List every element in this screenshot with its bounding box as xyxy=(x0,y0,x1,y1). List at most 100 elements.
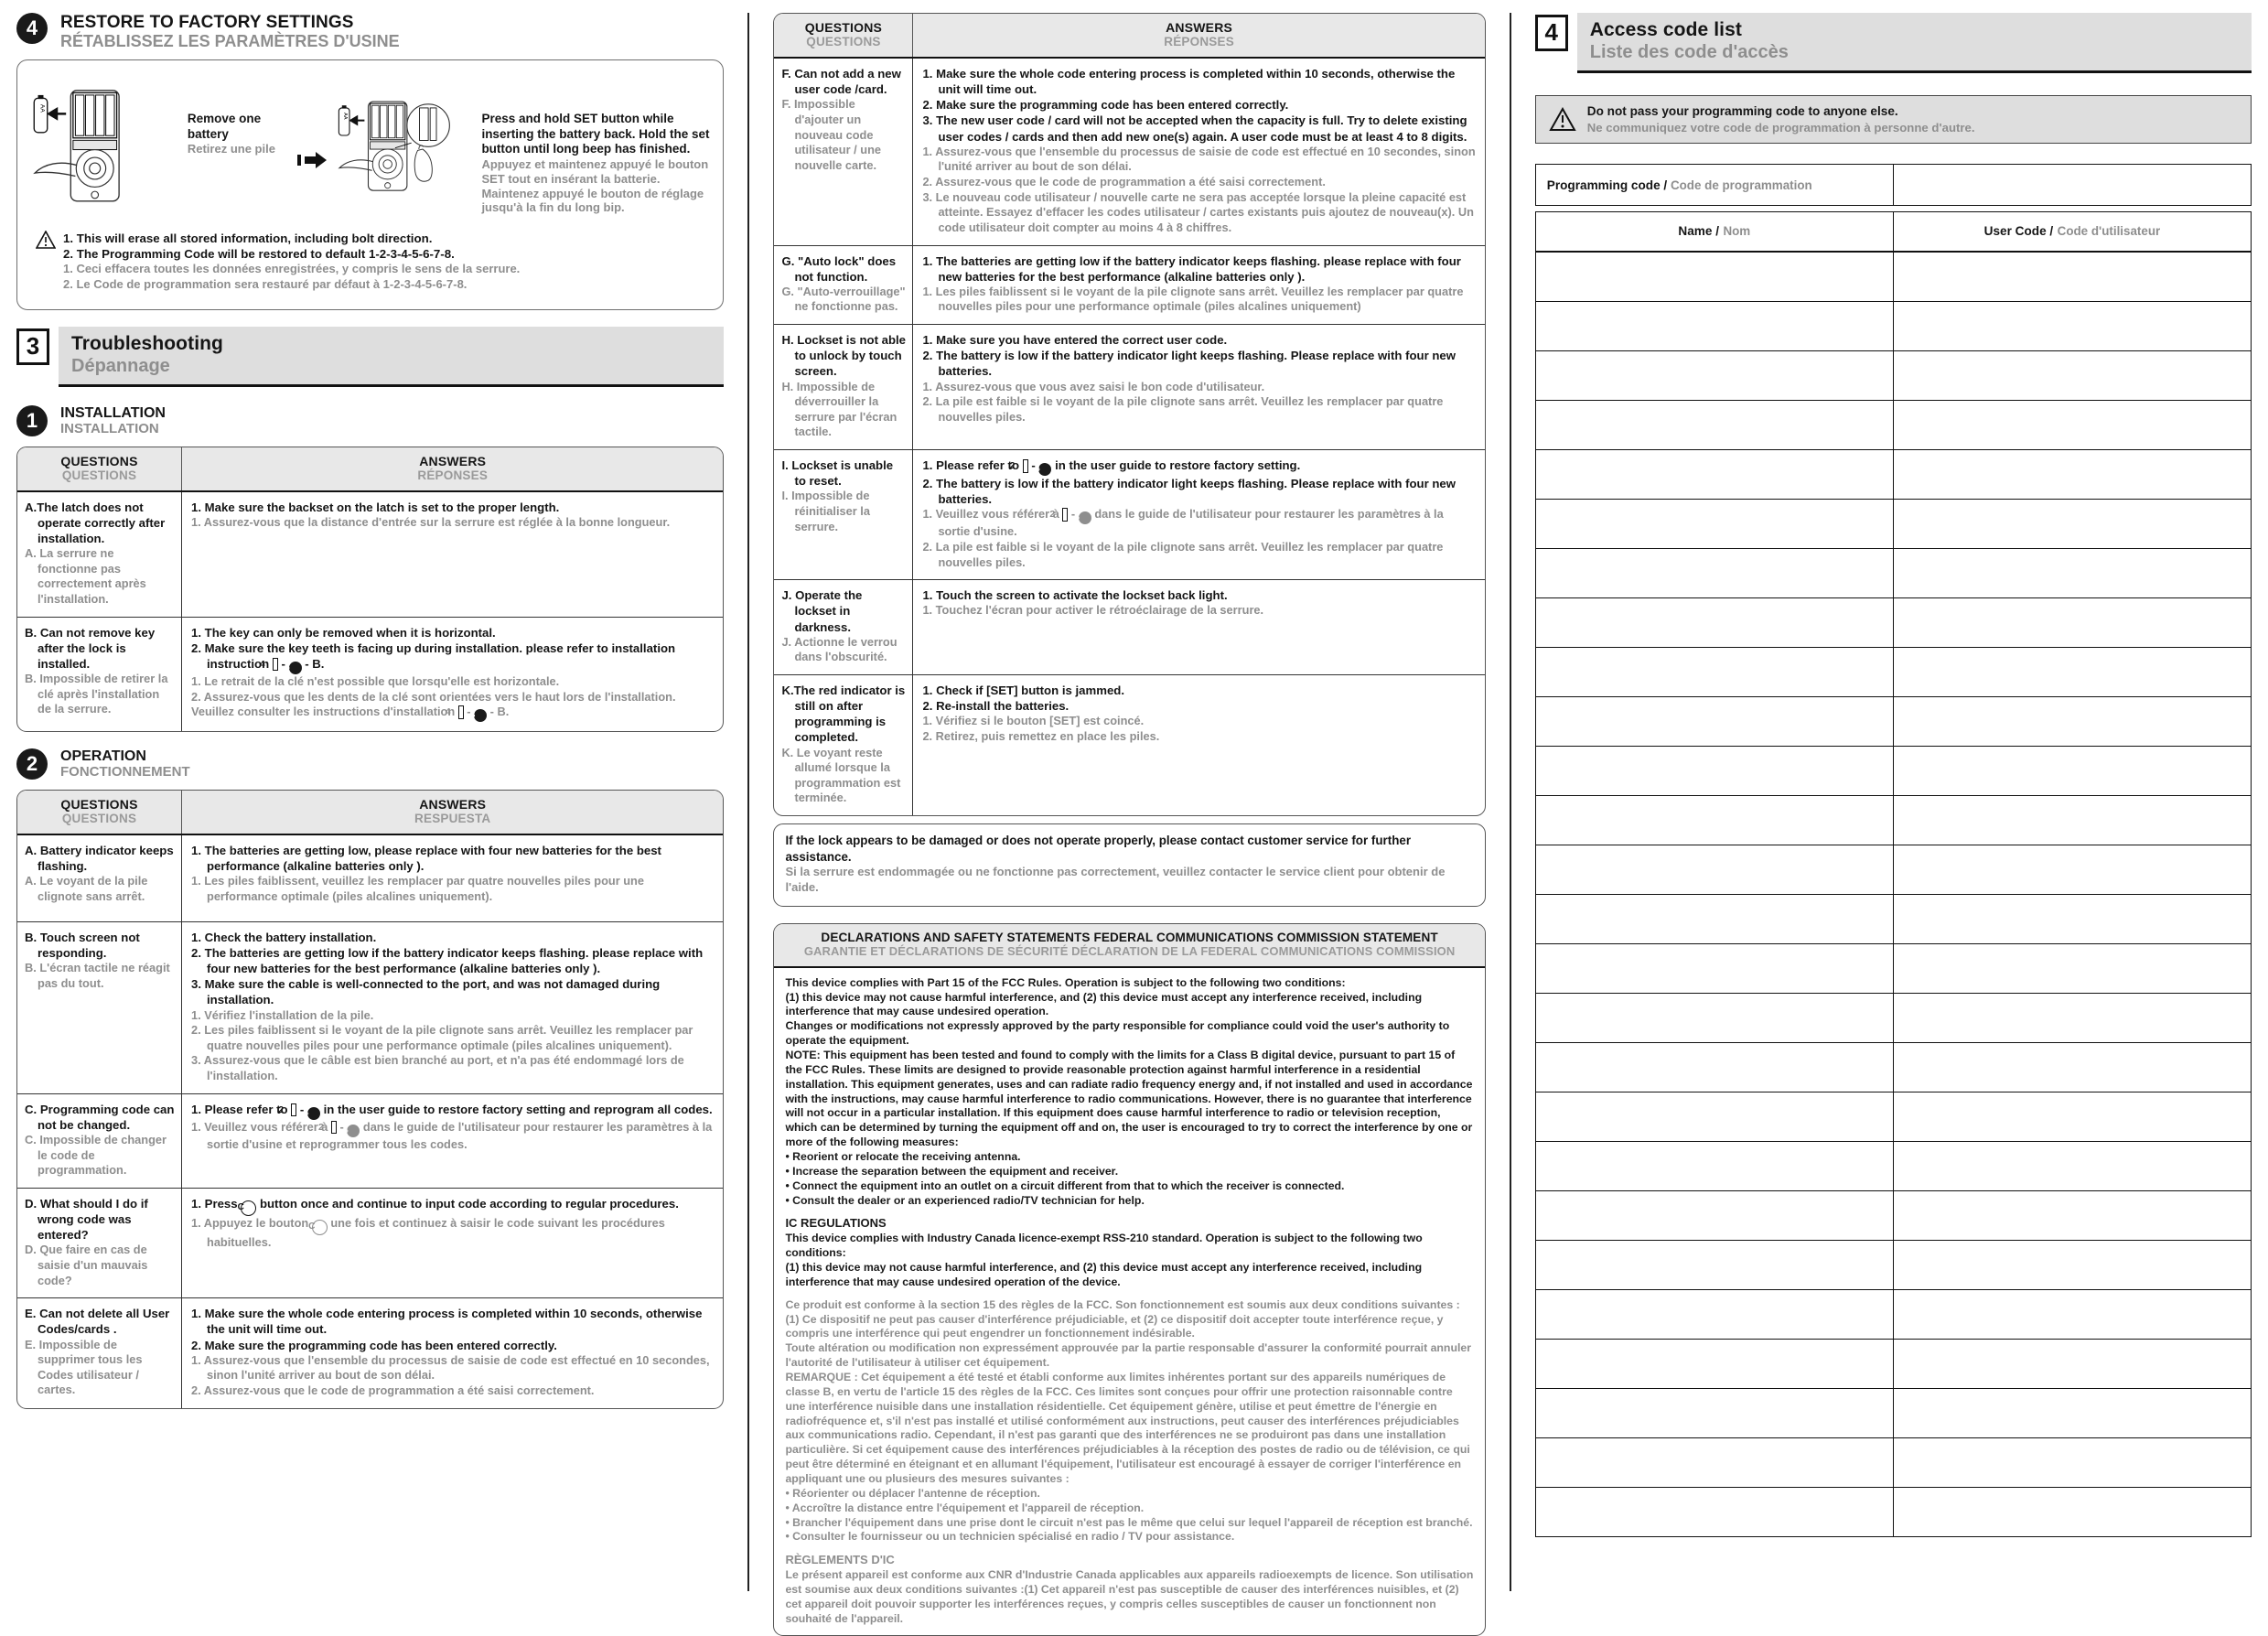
answer-fr-1: 1. Vérifiez l'installation de la pile. xyxy=(191,1007,374,1022)
user-code-cell[interactable] xyxy=(1892,499,2252,550)
fcc-fr-bullet-3: • Brancher l'équipement dans une prise d… xyxy=(785,1515,1473,1529)
question-en: J. Operate the lockset in darkness. xyxy=(781,588,863,634)
user-code-cell[interactable] xyxy=(1892,449,2252,500)
name-cell[interactable] xyxy=(1534,1141,1894,1192)
questions-column-header: QUESTIONS QUESTIONS xyxy=(17,447,182,490)
ic-fr-title: RÈGLEMENTS D'IC xyxy=(785,1553,895,1567)
questions-header-fr: QUESTIONS xyxy=(806,35,881,48)
table-row: I. Lockset is unable to reset. I. Imposs… xyxy=(774,450,1485,581)
user-code-cell[interactable] xyxy=(1892,1339,2252,1390)
access-code-row xyxy=(1534,548,2252,599)
answer-fr-2: 2. La pile est faible si le voyant de la… xyxy=(922,394,1444,424)
name-cell[interactable] xyxy=(1534,597,1894,649)
name-cell[interactable] xyxy=(1534,251,1894,303)
name-cell[interactable] xyxy=(1534,943,1894,995)
name-cell[interactable] xyxy=(1534,1092,1894,1143)
answer-en-2: 2. The battery is low if the battery ind… xyxy=(922,349,1456,379)
name-cell[interactable] xyxy=(1534,795,1894,846)
user-code-cell[interactable] xyxy=(1892,400,2252,451)
access-code-row xyxy=(1534,1437,2252,1489)
name-cell[interactable] xyxy=(1534,1388,1894,1439)
user-code-cell[interactable] xyxy=(1892,1437,2252,1489)
name-cell[interactable] xyxy=(1534,993,1894,1044)
name-cell[interactable] xyxy=(1534,1339,1894,1390)
name-cell[interactable] xyxy=(1534,1289,1894,1340)
question-en: I. Lockset is unable to reset. xyxy=(781,458,894,489)
operation-qa-table: QUESTIONS QUESTIONS ANSWERS RESPUESTA A.… xyxy=(16,789,725,1409)
answers-column-header: ANSWERS RÉPONSES xyxy=(913,14,1484,57)
user-code-cell[interactable] xyxy=(1892,943,2252,995)
user-code-cell[interactable] xyxy=(1892,1388,2252,1439)
figure-2-caption-en: Press and hold SET button while insertin… xyxy=(481,112,710,156)
name-cell[interactable] xyxy=(1534,1240,1894,1291)
user-code-cell[interactable] xyxy=(1892,1042,2252,1093)
user-code-cell[interactable] xyxy=(1892,597,2252,649)
name-cell[interactable] xyxy=(1534,499,1894,550)
ic-paragraph-1: This device complies with Industry Canad… xyxy=(785,1232,1423,1260)
access-code-row xyxy=(1534,1240,2252,1291)
table-row: A.The latch does not operate correctly a… xyxy=(17,491,724,618)
question-cell: D. What should I do if wrong code was en… xyxy=(17,1188,182,1298)
user-code-cell[interactable] xyxy=(1892,350,2252,402)
user-code-cell[interactable] xyxy=(1892,1092,2252,1143)
svg-text:AA: AA xyxy=(342,113,348,121)
installation-qa-table: QUESTIONS QUESTIONS ANSWERS RÉPONSES A.T… xyxy=(16,446,725,733)
question-cell: G. "Auto lock" does not function. G. "Au… xyxy=(774,245,914,325)
user-code-cell[interactable] xyxy=(1892,993,2252,1044)
access-code-row xyxy=(1534,1042,2252,1093)
user-code-cell[interactable] xyxy=(1892,1289,2252,1340)
programming-code-row: Programming code / Code de programmation xyxy=(1534,164,2252,207)
customer-service-note: If the lock appears to be damaged or doe… xyxy=(773,823,1486,907)
fcc-bullet-4: • Consult the dealer or an experienced r… xyxy=(785,1193,1145,1207)
installation-header: 1 INSTALLATION INSTALLATION xyxy=(16,404,724,437)
question-en: C. Programming code can not be changed. xyxy=(25,1102,175,1132)
programming-code-warning-bar: Do not pass your programming code to any… xyxy=(1534,95,2252,145)
user-code-cell[interactable] xyxy=(1892,845,2252,896)
answer-cell: 1. The key can only be removed when it i… xyxy=(182,618,723,732)
user-code-cell[interactable] xyxy=(1892,1240,2252,1291)
name-cell[interactable] xyxy=(1534,1042,1894,1093)
name-cell[interactable] xyxy=(1534,894,1894,945)
name-cell[interactable] xyxy=(1534,746,1894,797)
warning-en-1: 1. This will erase all stored informatio… xyxy=(63,231,433,246)
name-cell[interactable] xyxy=(1534,845,1894,896)
user-code-cell[interactable] xyxy=(1892,795,2252,846)
access-code-row xyxy=(1534,696,2252,748)
user-code-cell[interactable] xyxy=(1892,1190,2252,1242)
answer-fr-2: 2. Les piles faiblissent si le voyant de… xyxy=(191,1023,693,1052)
name-cell[interactable] xyxy=(1534,449,1894,500)
name-cell[interactable] xyxy=(1534,1190,1894,1242)
name-cell[interactable] xyxy=(1534,301,1894,352)
answer-en-1: 1. Check the battery installation. xyxy=(191,930,377,944)
access-code-row xyxy=(1534,647,2252,698)
user-code-cell[interactable] xyxy=(1892,251,2252,303)
name-cell[interactable] xyxy=(1534,696,1894,748)
user-code-cell[interactable] xyxy=(1892,894,2252,945)
questions-header-en: QUESTIONS xyxy=(60,453,138,468)
user-code-cell[interactable] xyxy=(1892,301,2252,352)
user-code-cell[interactable] xyxy=(1892,746,2252,797)
fcc-fr-bullet-1: • Réorienter ou déplacer l'antenne de ré… xyxy=(785,1486,1040,1500)
user-code-cell[interactable] xyxy=(1892,548,2252,599)
name-cell[interactable] xyxy=(1534,548,1894,599)
user-code-cell[interactable] xyxy=(1892,1141,2252,1192)
access-code-row xyxy=(1534,1092,2252,1143)
answer-en-2: 2. The batteries are getting low if the … xyxy=(191,945,704,976)
question-cell: I. Lockset is unable to reset. I. Imposs… xyxy=(774,450,914,580)
user-code-cell[interactable] xyxy=(1892,647,2252,698)
name-cell[interactable] xyxy=(1534,647,1894,698)
name-cell[interactable] xyxy=(1534,400,1894,451)
user-code-cell[interactable] xyxy=(1892,1487,2252,1538)
answer-cell: 1. Make sure the whole code entering pro… xyxy=(182,1298,723,1407)
svg-text:AA: AA xyxy=(39,104,46,113)
factory-reset-figure-panel: AA Remove one battery Retirez une pile A… xyxy=(16,59,725,310)
name-cell[interactable] xyxy=(1534,1437,1894,1489)
declarations-title-fr: GARANTIE ET DÉCLARATIONS DE SÉCURITÉ DÉC… xyxy=(803,943,1456,958)
user-code-cell[interactable] xyxy=(1892,696,2252,748)
operation-number-badge: 2 xyxy=(16,748,48,780)
name-cell[interactable] xyxy=(1534,1487,1894,1538)
name-cell[interactable] xyxy=(1534,350,1894,402)
programming-code-value-cell[interactable] xyxy=(1892,164,2252,207)
programming-code-warning-text: Do not pass your programming code to any… xyxy=(1587,103,1975,135)
answer-en-1: 1. Please refer to 2 - 4 in the user gui… xyxy=(922,458,1301,477)
